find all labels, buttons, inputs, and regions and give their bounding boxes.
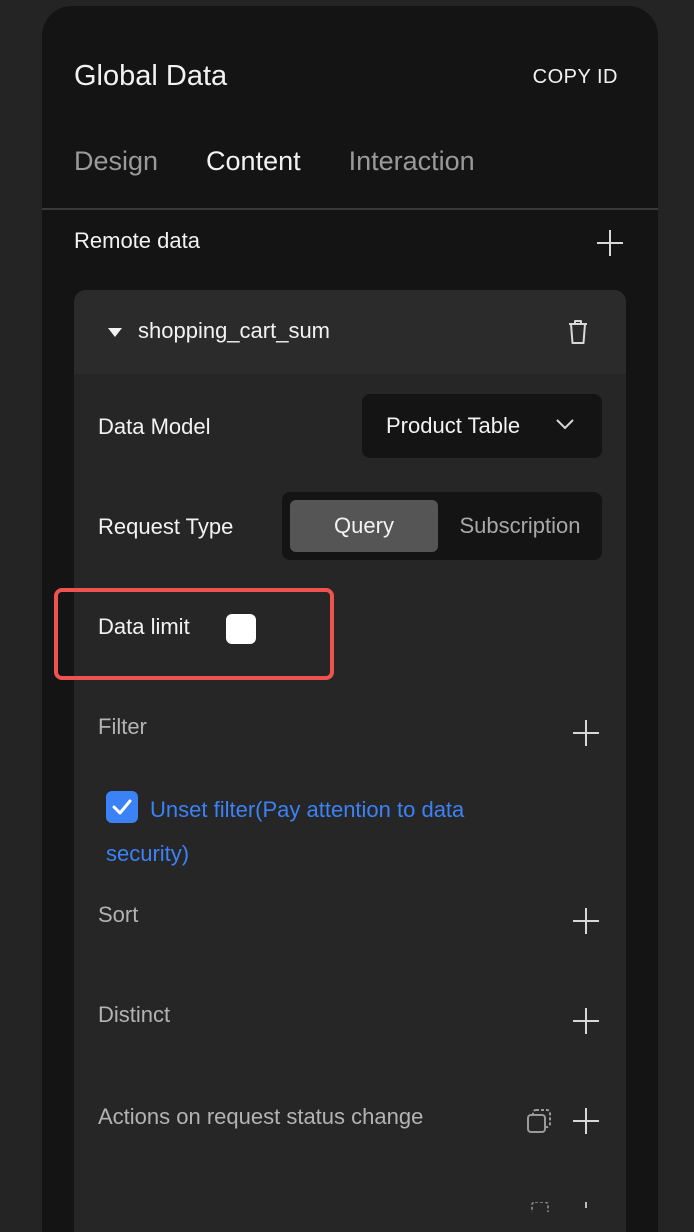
copy-icon[interactable] — [526, 1108, 552, 1134]
filter-label: Filter — [98, 714, 147, 739]
unset-filter-label[interactable]: Unset filter(Pay attention to data secur… — [106, 788, 546, 876]
copy-id-button[interactable]: COPY ID — [533, 66, 618, 89]
add-distinct-icon[interactable] — [573, 1008, 599, 1034]
request-type-query[interactable]: Query — [290, 500, 438, 552]
data-limit-label: Data limit — [98, 614, 190, 639]
tab-content[interactable]: Content — [206, 146, 301, 177]
unset-filter-checkbox[interactable] — [106, 791, 138, 823]
tab-divider — [42, 208, 658, 210]
remote-data-label: Remote data — [74, 228, 200, 253]
data-model-select[interactable]: Product Table — [362, 394, 602, 458]
trash-icon[interactable] — [566, 318, 590, 346]
collapse-caret-icon[interactable] — [108, 328, 122, 337]
request-type-toggle: Query Subscription — [282, 492, 602, 560]
sort-label: Sort — [98, 902, 139, 927]
chevron-down-icon — [556, 419, 574, 430]
tab-design[interactable]: Design — [74, 146, 158, 177]
panel-title: Global Data — [74, 60, 228, 92]
checkmark-icon — [112, 799, 132, 815]
global-data-panel: Global Data COPY ID Design Content Inter… — [42, 6, 658, 1232]
actions-label: Actions on request status change — [98, 1104, 424, 1129]
data-limit-highlight — [54, 588, 334, 680]
request-type-subscription[interactable]: Subscription — [446, 500, 594, 552]
distinct-label: Distinct — [98, 1002, 171, 1027]
data-model-label: Data Model — [98, 414, 211, 439]
add-remote-data-icon[interactable] — [597, 230, 623, 256]
card-header: shopping_cart_sum — [74, 290, 626, 374]
add-filter-icon[interactable] — [573, 720, 599, 746]
remote-data-card: shopping_cart_sum Data Model Product Tab… — [54, 290, 626, 1232]
data-source-name: shopping_cart_sum — [138, 318, 331, 343]
tab-interaction[interactable]: Interaction — [349, 146, 475, 177]
request-type-label: Request Type — [98, 514, 234, 539]
next-row-copy-icon — [531, 1202, 549, 1212]
add-sort-icon[interactable] — [573, 908, 599, 934]
add-action-icon[interactable] — [573, 1108, 599, 1134]
tab-bar: Design Content Interaction — [74, 146, 475, 177]
next-row-plus-fragment — [585, 1202, 587, 1208]
data-model-value: Product Table — [386, 413, 521, 438]
data-limit-checkbox[interactable] — [226, 614, 256, 644]
